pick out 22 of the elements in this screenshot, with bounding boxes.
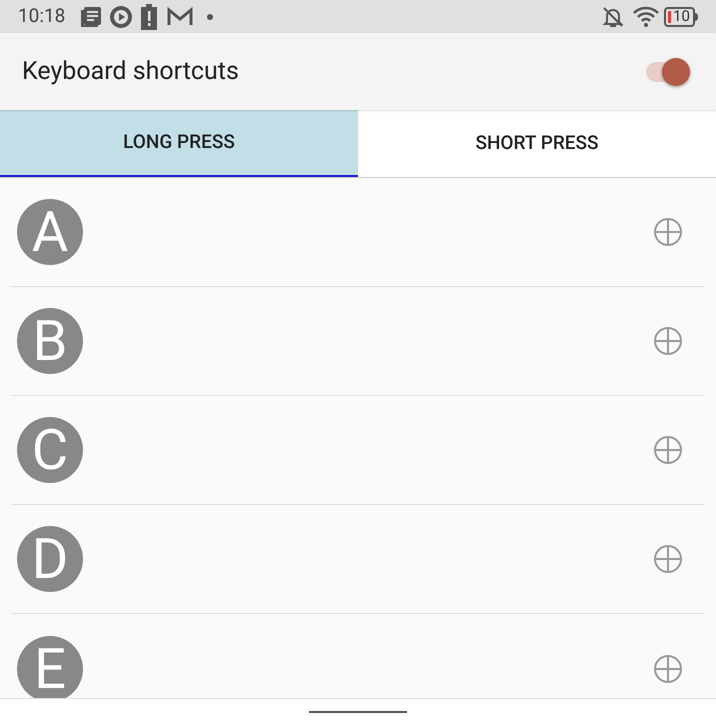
battery-indicator: 10 bbox=[664, 6, 698, 26]
add-icon[interactable] bbox=[653, 217, 683, 247]
app-title: Keyboard shortcuts bbox=[22, 56, 240, 88]
add-icon[interactable] bbox=[653, 544, 683, 574]
letter-avatar: E bbox=[17, 636, 83, 698]
mail-icon bbox=[167, 6, 194, 26]
tab[interactable]: LONG PRESS bbox=[0, 110, 358, 177]
dot-icon bbox=[207, 14, 214, 20]
add-icon[interactable] bbox=[653, 435, 683, 465]
letter-avatar: C bbox=[17, 417, 83, 483]
letter-avatar: D bbox=[17, 526, 83, 592]
play-icon bbox=[109, 4, 134, 28]
add-icon[interactable] bbox=[653, 326, 683, 356]
wifi-icon bbox=[632, 4, 660, 28]
news-icon bbox=[79, 4, 104, 28]
letter-avatar: B bbox=[17, 308, 83, 374]
muted-bell-icon bbox=[602, 6, 624, 28]
home-indicator[interactable] bbox=[309, 710, 407, 712]
letter-avatar: A bbox=[17, 199, 83, 265]
status-time: 10:18 bbox=[18, 3, 66, 30]
alert-battery-icon bbox=[141, 4, 158, 30]
add-icon[interactable] bbox=[653, 654, 683, 684]
